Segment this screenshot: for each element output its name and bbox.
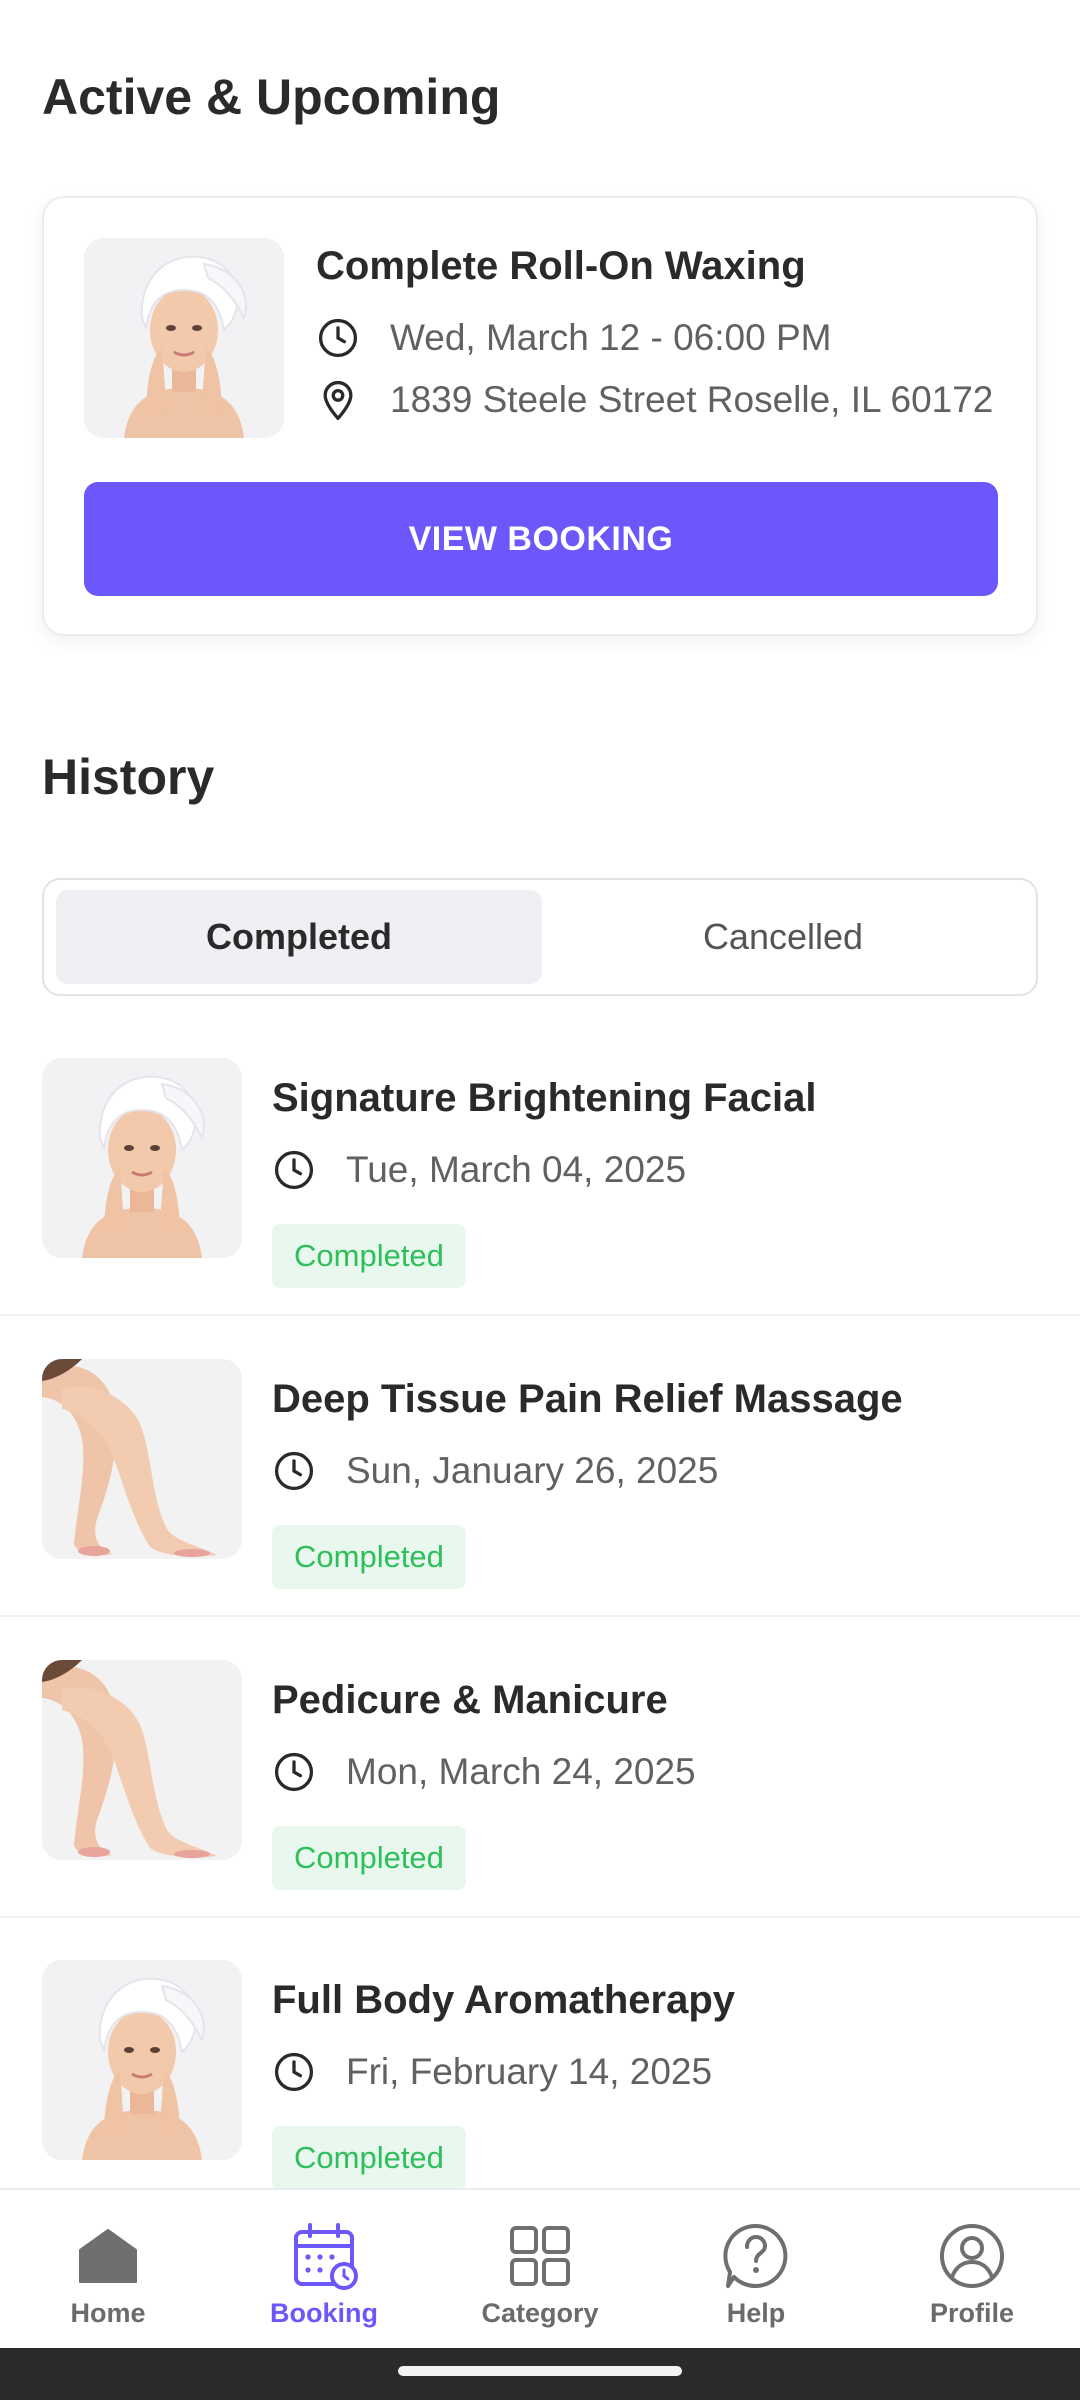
history-item-date: Fri, February 14, 2025 [346,2051,713,2092]
status-badge: Completed [272,1525,466,1589]
history-list-item[interactable]: Deep Tissue Pain Relief Massage Sun, Jan… [0,1317,1080,1617]
booking-address: 1839 Steele Street Roselle, IL 60172 [390,379,994,420]
history-item-date: Sun, January 26, 2025 [346,1450,719,1491]
booking-address-row: 1839 Steele Street Roselle, IL 60172 [316,378,993,422]
history-date-row: Tue, March 04, 2025 [272,1148,686,1192]
clock-icon [272,1750,316,1794]
history-list-item[interactable]: Signature Brightening Facial Tue, March … [0,1016,1080,1316]
history-date-row: Sun, January 26, 2025 [272,1449,718,1493]
history-item-title: Pedicure & Manicure [272,1678,668,1722]
help-icon [723,2223,788,2288]
service-image [42,1660,242,1860]
service-image [42,1058,242,1258]
home-icon [79,2229,137,2283]
clock-icon [272,1148,316,1192]
status-badge: Completed [272,1826,466,1890]
nav-booking-label: Booking [270,2298,378,2328]
history-item-date: Mon, March 24, 2025 [346,1751,696,1792]
booking-datetime-row: Wed, March 12 - 06:00 PM [316,316,831,360]
clock-icon [316,316,360,360]
system-gesture-bar [0,2348,1080,2400]
clock-icon [272,1449,316,1493]
nav-home-label: Home [70,2298,146,2328]
home-gesture-handle[interactable] [398,2366,682,2376]
booking-title: Complete Roll-On Waxing [316,244,806,288]
view-booking-button[interactable]: VIEW BOOKING [84,482,998,596]
grid-icon [510,2226,570,2286]
service-image [84,238,284,438]
nav-profile[interactable]: Profile [864,2190,1080,2348]
history-item-date: Tue, March 04, 2025 [346,1149,687,1190]
history-item-title: Deep Tissue Pain Relief Massage [272,1377,903,1421]
status-badge: Completed [272,1224,466,1288]
history-list-item[interactable]: Pedicure & Manicure Mon, March 24, 2025 … [0,1618,1080,1918]
history-section-title: History [42,749,215,805]
service-image [42,1960,242,2160]
nav-help[interactable]: Help [648,2190,864,2348]
service-image [42,1359,242,1559]
upcoming-section-title: Active & Upcoming [42,69,501,125]
nav-booking[interactable]: Booking [216,2190,432,2348]
nav-category[interactable]: Category [432,2190,648,2348]
nav-category-label: Category [481,2298,599,2328]
clock-icon [272,2050,316,2094]
nav-help-label: Help [726,2298,786,2328]
nav-profile-label: Profile [929,2298,1015,2328]
booking-datetime: Wed, March 12 - 06:00 PM [390,317,832,358]
tab-cancelled[interactable]: Cancelled [540,890,1026,984]
profile-icon [940,2224,1004,2288]
history-item-title: Signature Brightening Facial [272,1076,817,1120]
history-tab-switcher: Completed Cancelled [42,878,1038,996]
bookings-screen: Active & Upcoming Complete Roll-On Waxin… [0,0,1080,2400]
bottom-navigation: Home Booking Category Help Profile [0,2188,1080,2348]
location-pin-icon [316,378,360,422]
nav-home[interactable]: Home [0,2190,216,2348]
tab-completed[interactable]: Completed [56,890,542,984]
upcoming-booking-card[interactable]: Complete Roll-On Waxing Wed, March 12 - … [42,196,1038,636]
history-item-title: Full Body Aromatherapy [272,1978,736,2022]
history-date-row: Fri, February 14, 2025 [272,2050,712,2094]
history-list-item[interactable]: Full Body Aromatherapy Fri, February 14,… [0,1918,1080,2218]
calendar-icon [294,2223,358,2290]
status-badge: Completed [272,2126,466,2190]
history-date-row: Mon, March 24, 2025 [272,1750,696,1794]
